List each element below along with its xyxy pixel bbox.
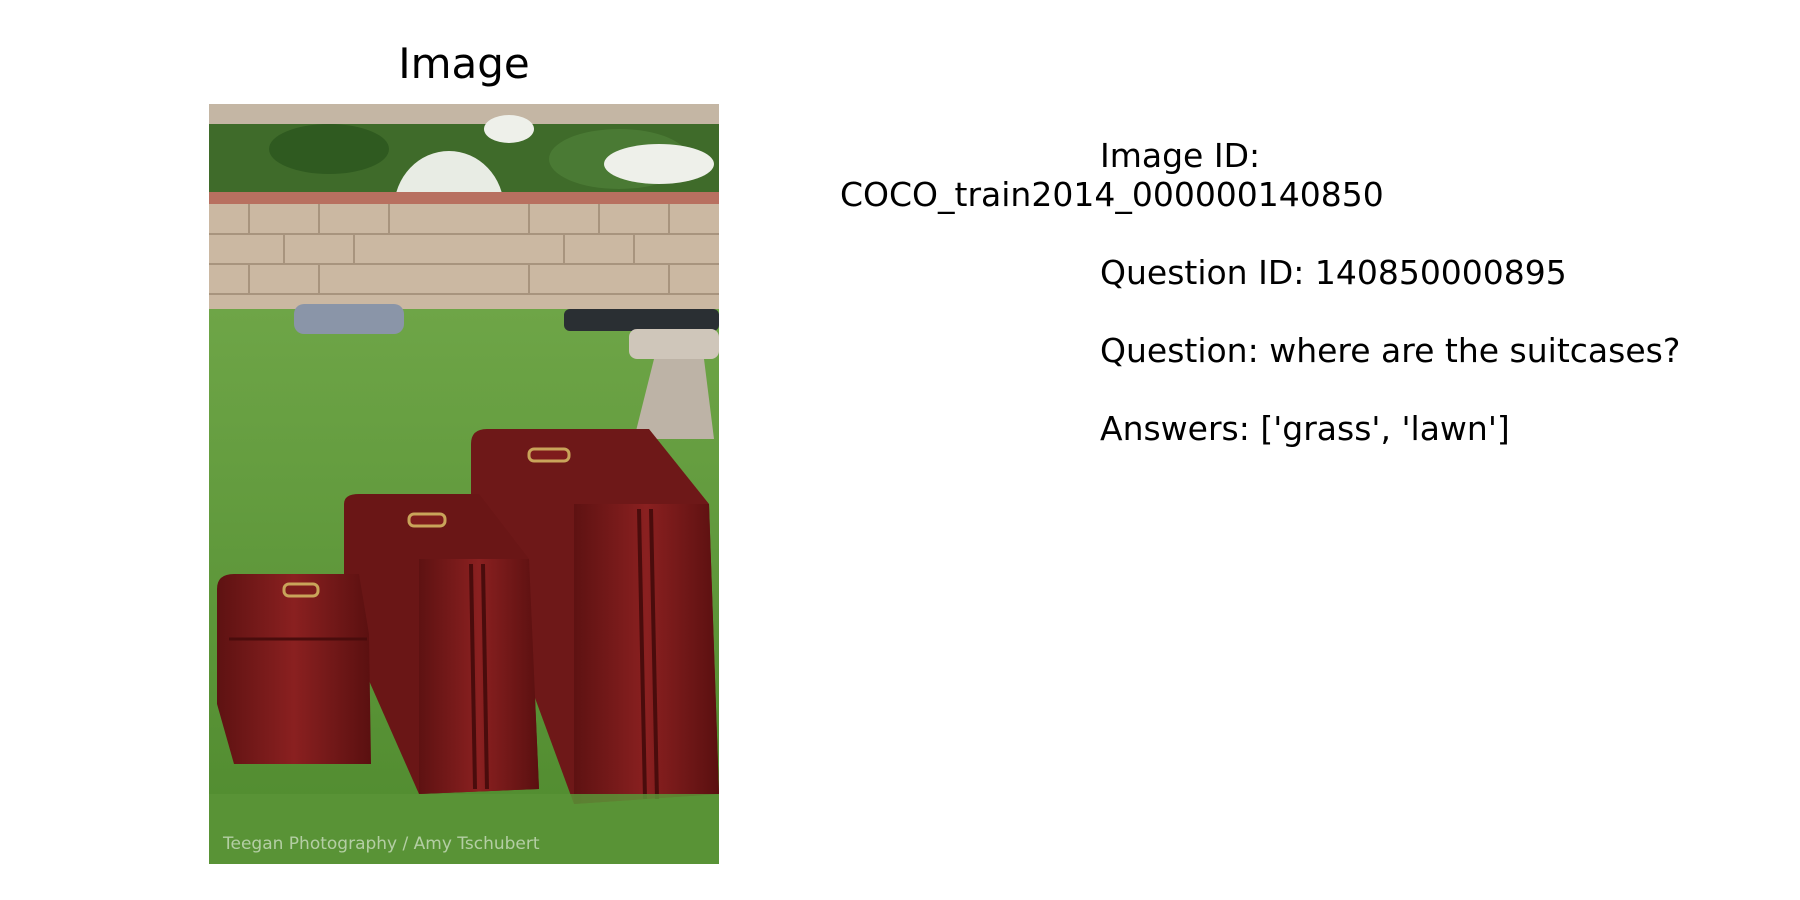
image-id-value: COCO_train2014_000000140850: [840, 175, 1384, 214]
photo-watermark: Teegan Photography / Amy Tschubert: [223, 834, 540, 854]
suitcases-illustration: [209, 104, 719, 864]
image-id-label: Image ID:: [1100, 136, 1261, 175]
suitcases-photo: Teegan Photography / Amy Tschubert: [209, 104, 719, 864]
image-panel-title: Image: [398, 39, 530, 88]
info-panel: Image ID: COCO_train2014_000000140850 Qu…: [830, 136, 1730, 448]
question-text: Question: where are the suitcases?: [1100, 331, 1681, 370]
question-id: Question ID: 140850000895: [1100, 253, 1567, 292]
stone-bench: [629, 329, 719, 359]
answers-text: Answers: ['grass', 'lawn']: [1100, 409, 1510, 448]
small-suitcase: [217, 574, 371, 764]
